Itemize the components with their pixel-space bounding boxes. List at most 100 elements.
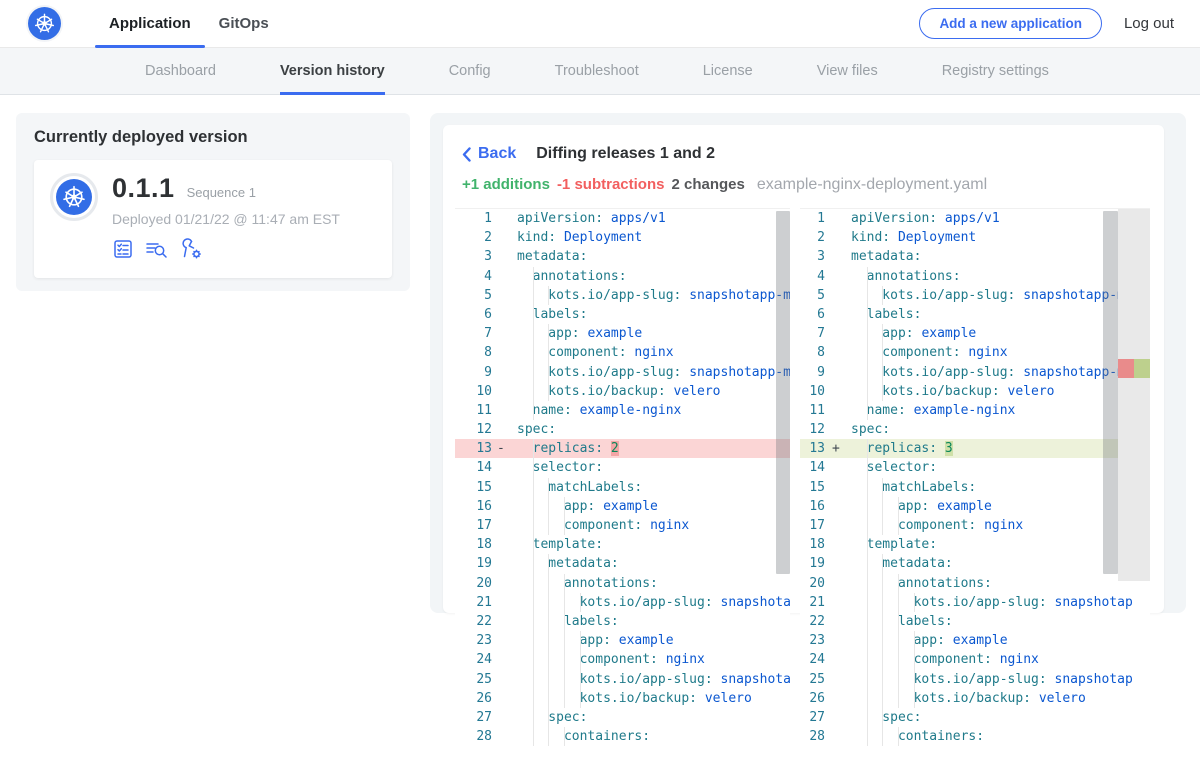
line-number: 6 [800,305,825,324]
indent-guide [533,324,534,343]
indent-guide [533,516,534,535]
diff-sign [832,708,842,727]
line-number: 13 [800,439,825,458]
code-line: 24component: nginx [800,650,1150,669]
indent-guide [533,612,534,631]
topnav-actions: Add a new application Log out [919,8,1174,39]
code-line: 14selector: [455,458,790,477]
indent-guide [533,593,534,612]
original-pane-scrollbar[interactable] [776,211,790,574]
code-line: 23app: example [800,631,1150,650]
diff-sign [497,612,507,631]
indent-guide [548,324,549,343]
line-number: 7 [455,324,492,343]
code-line: 25kots.io/app-slug: snapshotap [455,670,790,689]
indent-guide [533,363,534,382]
code-line: 19metadata: [455,554,790,573]
tab-application[interactable]: Application [95,0,205,47]
line-number: 3 [455,247,492,266]
view-files-icon[interactable] [145,238,169,260]
back-link[interactable]: Back [462,145,516,163]
indent-guide [580,670,581,689]
subnav-config[interactable]: Config [449,48,491,94]
tab-application-label: Application [109,15,191,32]
indent-guide [533,708,534,727]
indent-guide [882,670,883,689]
code-line: 17component: nginx [455,516,790,535]
indent-guide [882,343,883,362]
release-notes-checklist-icon[interactable] [112,238,134,260]
line-number: 25 [455,670,492,689]
code-line: 28containers: [800,727,1150,746]
code-line: 8component: nginx [800,343,1150,362]
code-line: 22labels: [455,612,790,631]
line-number: 7 [800,324,825,343]
code-line: 10kots.io/backup: velero [800,382,1150,401]
subnav-dashboard[interactable]: Dashboard [145,48,216,94]
line-number: 22 [800,612,825,631]
indent-guide [867,439,868,458]
subnav-troubleshoot[interactable]: Troubleshoot [555,48,639,94]
subnav-license[interactable]: License [703,48,753,94]
code-line: 18template: [800,535,1150,554]
indent-guide [867,324,868,343]
diff-sign [832,497,842,516]
code-line: 13+replicas: 3 [800,439,1150,458]
indent-guide [882,631,883,650]
line-number: 17 [800,516,825,535]
indent-guide [867,458,868,477]
tab-gitops[interactable]: GitOps [205,0,283,47]
indent-guide [533,689,534,708]
code-line: 8component: nginx [455,343,790,362]
diff-sign [832,228,842,247]
line-number: 15 [800,478,825,497]
indent-guide [548,574,549,593]
diff-sign [832,363,842,382]
code-line: 12spec: [455,420,790,439]
indent-guide [564,497,565,516]
line-number: 21 [455,593,492,612]
additions-count: +1 additions [462,176,550,193]
diff-sign [497,343,507,362]
diff-stats: +1 additions -1 subtractions 2 changes e… [462,176,1164,194]
indent-guide [867,574,868,593]
diff-sign [832,689,842,708]
diff-sign [832,267,842,286]
logout-link[interactable]: Log out [1124,15,1174,32]
indent-guide [564,516,565,535]
helm-wheel-icon [33,12,56,35]
indent-guide [564,574,565,593]
deployed-card-title: Currently deployed version [34,128,392,147]
indent-guide [867,267,868,286]
diff-sign [832,670,842,689]
indent-guide [914,593,915,612]
indent-guide [564,631,565,650]
subnav-view-files[interactable]: View files [817,48,878,94]
code-line: 4annotations: [455,267,790,286]
line-number: 5 [455,286,492,305]
modified-pane-scrollbar[interactable] [1103,211,1118,574]
indent-guide [898,612,899,631]
code-line: 15matchLabels: [800,478,1150,497]
indent-guide [548,631,549,650]
active-tab-underline [95,45,205,48]
indent-guide [548,382,549,401]
indent-guide [898,631,899,650]
subnav-version-history[interactable]: Version history [280,48,385,94]
subtractions-count: -1 subtractions [557,176,665,193]
code-line: 6labels: [800,305,1150,324]
indent-guide [533,458,534,477]
indent-guide [548,516,549,535]
diff-sign [497,228,507,247]
indent-guide [533,267,534,286]
add-application-button[interactable]: Add a new application [919,8,1102,39]
diff-sign [497,420,507,439]
line-number: 11 [800,401,825,420]
troubleshoot-tools-icon[interactable] [180,237,204,261]
subnav-registry-settings[interactable]: Registry settings [942,48,1049,94]
kubernetes-logo-icon[interactable] [28,7,61,40]
diff-sign [832,593,842,612]
indent-guide [914,670,915,689]
diff-sign [832,574,842,593]
code-line: 5kots.io/app-slug: snapshotapp-mu [455,286,790,305]
